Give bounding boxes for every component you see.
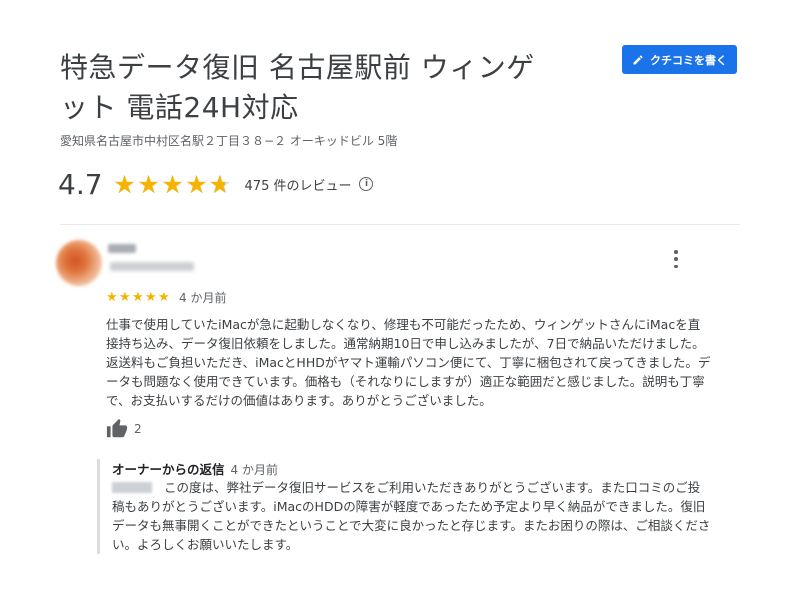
place-title: 特急データ復旧 名古屋駅前 ウィンゲット 電話24H対応 (60, 51, 535, 124)
review-time: 4 か月前 (179, 290, 227, 305)
review-rating: ★ ★ ★ ★ ★ 4 か月前 (106, 289, 226, 305)
divider (60, 224, 740, 225)
owner-reply-text: この度は、弊社データ復旧サービスをご利用いただきありがとうございます。また口コミ… (112, 480, 711, 552)
star-icon: ★ ★ (137, 169, 160, 199)
rating-stars: ★ ★ ★ ★ ★ ★ ★ ★ ★ ★ (113, 172, 233, 197)
pencil-icon (633, 54, 643, 64)
rating-summary: 4.7 ★ ★ ★ ★ ★ ★ ★ ★ ★ ★ 475 件のレビュー i (58, 164, 374, 204)
rating-value: 4.7 (58, 167, 103, 201)
owner-reply: オーナーからの返信 4 か月前 この度は、弊社データ復旧サービスをご利用いただき… (97, 459, 712, 554)
star-icon: ★ ★ (113, 169, 136, 199)
owner-reply-header: オーナーからの返信 4 か月前 (112, 459, 712, 478)
reviewer-name-redacted[interactable] (108, 244, 136, 253)
thumbs-up-icon[interactable] (106, 418, 128, 440)
star-icon: ★ (158, 289, 170, 305)
like-row: 2 (106, 418, 142, 440)
owner-reply-time: 4 か月前 (230, 463, 278, 477)
more-vert-icon[interactable] (670, 250, 682, 268)
owner-name-redacted (112, 482, 152, 493)
review-text: 仕事で使用していたiMacが急に起動しなくなり、修理も不可能だったため、ウィンゲ… (106, 317, 711, 408)
write-review-label: クチコミを書く (650, 53, 727, 67)
write-review-button[interactable]: クチコミを書く (622, 45, 737, 74)
reviewer-avatar[interactable] (56, 240, 102, 286)
review-stars: ★ ★ ★ ★ ★ (106, 291, 171, 304)
star-icon: ★ (145, 289, 157, 305)
star-icon: ★ ★ (161, 169, 184, 199)
star-icon: ★ ★ (208, 169, 232, 199)
review-count-link[interactable]: 475 件のレビュー (245, 175, 352, 194)
star-icon: ★ (119, 289, 131, 305)
star-icon: ★ (132, 289, 144, 305)
reviewer-meta-redacted (110, 262, 194, 271)
review-panel: 特急データ復旧 名古屋駅前 ウィンゲット 電話24H対応 クチコミを書く 愛知県… (0, 0, 800, 616)
info-icon[interactable]: i (359, 177, 374, 191)
owner-reply-label: オーナーからの返信 (112, 462, 225, 477)
owner-reply-body: この度は、弊社データ復旧サービスをご利用いただきありがとうございます。また口コミ… (112, 478, 712, 554)
star-icon: ★ (106, 289, 118, 305)
star-icon: ★ ★ (185, 169, 208, 199)
place-address: 愛知県名古屋市中村区名駅２丁目３８−２ オーキッドビル 5階 (60, 134, 398, 148)
like-count: 2 (134, 422, 142, 436)
